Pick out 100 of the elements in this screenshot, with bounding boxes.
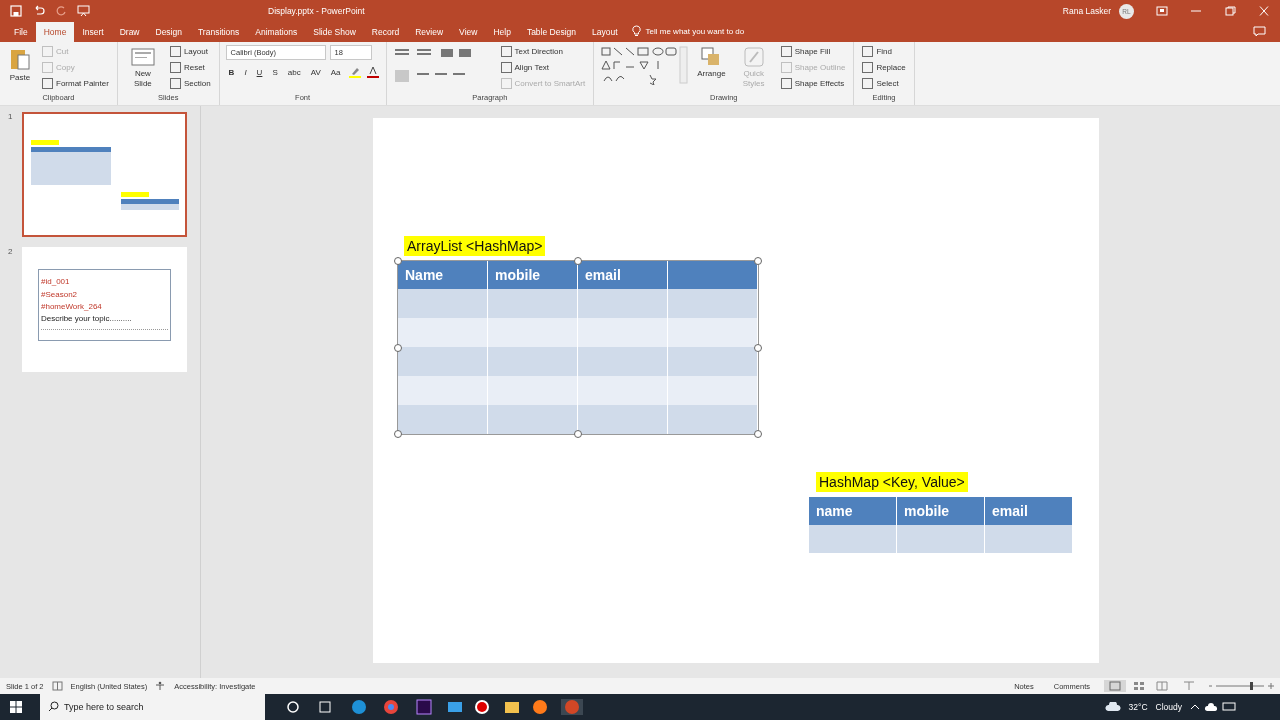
format-button[interactable]: AV [307, 67, 324, 77]
ribbon-tab[interactable]: View [451, 22, 486, 42]
clipboard-icon [9, 47, 31, 71]
resize-handle[interactable] [574, 430, 582, 438]
ribbon-tab[interactable]: Transitions [189, 22, 248, 42]
highlighter-icon[interactable] [347, 66, 362, 78]
hashtag-text: #Season2 [41, 288, 79, 301]
resize-handle[interactable] [394, 430, 402, 438]
table-cell[interactable] [985, 525, 1073, 553]
table-cell[interactable] [398, 289, 488, 318]
ribbon-tab[interactable]: Insert [74, 22, 112, 42]
format-button[interactable]: Aa [327, 67, 344, 77]
ribbon-tab[interactable]: Design [147, 22, 190, 42]
ribbon-command[interactable]: Select [860, 77, 908, 90]
restore-icon[interactable] [1224, 6, 1236, 16]
table-cell[interactable] [668, 376, 758, 405]
accessibility-icon[interactable] [155, 681, 167, 691]
ribbon-tab[interactable]: File [6, 22, 36, 42]
spelling-icon[interactable] [51, 681, 63, 691]
table-cell[interactable] [668, 318, 758, 347]
resize-handle[interactable] [574, 257, 582, 265]
brush-icon [743, 47, 764, 67]
format-button[interactable]: abc [284, 67, 304, 77]
paste-button[interactable]: Paste [6, 45, 34, 84]
table-cell[interactable] [897, 525, 985, 553]
table-cell[interactable] [668, 347, 758, 376]
font-color-icon[interactable] [365, 66, 380, 78]
ribbon-command[interactable]: Reset [167, 61, 213, 74]
data-table[interactable]: Name mobile email [398, 261, 758, 434]
windows-logo-icon[interactable] [10, 701, 22, 713]
resize-handle[interactable] [754, 430, 762, 438]
table-cell[interactable] [578, 347, 668, 376]
slide-thumbnail[interactable]: #id_001 #Season2 #homeWork_264 Describe your topic.......... [22, 247, 187, 372]
table-cell[interactable] [398, 318, 488, 347]
table-cell[interactable] [398, 405, 488, 434]
ribbon-tab[interactable]: Review [407, 22, 452, 42]
slide-icon [130, 47, 155, 67]
ribbon-tab[interactable]: Help [485, 22, 519, 42]
table-cell[interactable] [488, 376, 578, 405]
lightbulb-icon [631, 25, 641, 37]
table-cell[interactable] [578, 405, 668, 434]
caption-text: Describe your topic.......... [41, 313, 168, 330]
search-icon [48, 701, 59, 712]
arrange-button[interactable]: Arrange [694, 45, 729, 80]
ribbon-command[interactable]: Text Direction [498, 45, 588, 58]
format-button[interactable]: U [253, 67, 266, 77]
ribbon-tab[interactable]: Slide Show [305, 22, 364, 42]
table-cell[interactable] [398, 376, 488, 405]
ribbon-command[interactable]: Shape Effects [778, 77, 848, 90]
save-icon[interactable] [10, 5, 22, 17]
ribbon-command[interactable]: Layout [167, 45, 213, 58]
format-button[interactable]: S [269, 67, 281, 77]
ribbon-tab[interactable]: Table Design [518, 22, 584, 42]
taskbar-search-field[interactable]: Type here to search [40, 694, 265, 720]
table-cell[interactable] [488, 405, 578, 434]
ribbon-command[interactable]: Shape Fill [778, 45, 848, 58]
table-cell[interactable] [488, 318, 578, 347]
ribbon-tab[interactable]: Layout [584, 22, 626, 42]
redo-icon[interactable] [55, 5, 67, 17]
ribbon-command[interactable]: Format Painter [40, 77, 111, 90]
resize-handle[interactable] [394, 343, 402, 352]
table-cell[interactable] [668, 405, 758, 434]
data-table[interactable]: name mobile email [809, 497, 1073, 553]
table-cell[interactable] [578, 289, 668, 318]
ribbon-tab[interactable]: Draw [111, 22, 148, 42]
tell-me-search[interactable]: Tell me what you want to do [645, 22, 745, 42]
cloud-icon [1104, 702, 1121, 712]
format-button[interactable]: B [225, 67, 238, 77]
table-cell[interactable] [809, 525, 897, 553]
close-icon[interactable] [1258, 6, 1270, 16]
view-buttons-icon[interactable] [1104, 680, 1274, 692]
ribbon-tab[interactable]: Home [35, 22, 75, 42]
table-cell[interactable] [668, 289, 758, 318]
format-button[interactable]: I [241, 67, 250, 77]
slide-number: 1 [8, 112, 14, 123]
ribbon-command[interactable]: Align Text [498, 61, 588, 74]
presenter-icon[interactable] [77, 5, 90, 17]
table-cell[interactable] [398, 347, 488, 376]
ribbon-tab[interactable]: Animations [247, 22, 306, 42]
ribbon-command[interactable]: Section [167, 77, 213, 90]
table-cell[interactable] [488, 289, 578, 318]
table-cell[interactable] [578, 318, 668, 347]
user-name: Rana Lasker [1062, 6, 1111, 16]
resize-handle[interactable] [754, 343, 762, 352]
ribbon-display-icon[interactable] [1156, 6, 1168, 16]
ribbon-command[interactable]: Find [860, 45, 908, 58]
arrange-icon [701, 47, 722, 67]
resize-handle[interactable] [394, 257, 402, 265]
new-slide-button[interactable]: New Slide [123, 45, 162, 91]
ribbon-command[interactable]: Replace [860, 61, 908, 74]
table-cell[interactable] [578, 376, 668, 405]
shapes-gallery-drawing[interactable] [600, 45, 689, 85]
resize-handle[interactable] [754, 257, 762, 265]
table-title: HashMap <Key, Value> [816, 472, 968, 492]
ribbon-tab[interactable]: Record [363, 22, 408, 42]
comment-icon[interactable] [1253, 26, 1266, 37]
weather-text: Cloudy [1155, 702, 1182, 712]
table-cell[interactable] [488, 347, 578, 376]
hashtag-text: #homeWork_264 [41, 301, 103, 313]
window-title: Display.pptx - PowerPoint [268, 6, 365, 16]
